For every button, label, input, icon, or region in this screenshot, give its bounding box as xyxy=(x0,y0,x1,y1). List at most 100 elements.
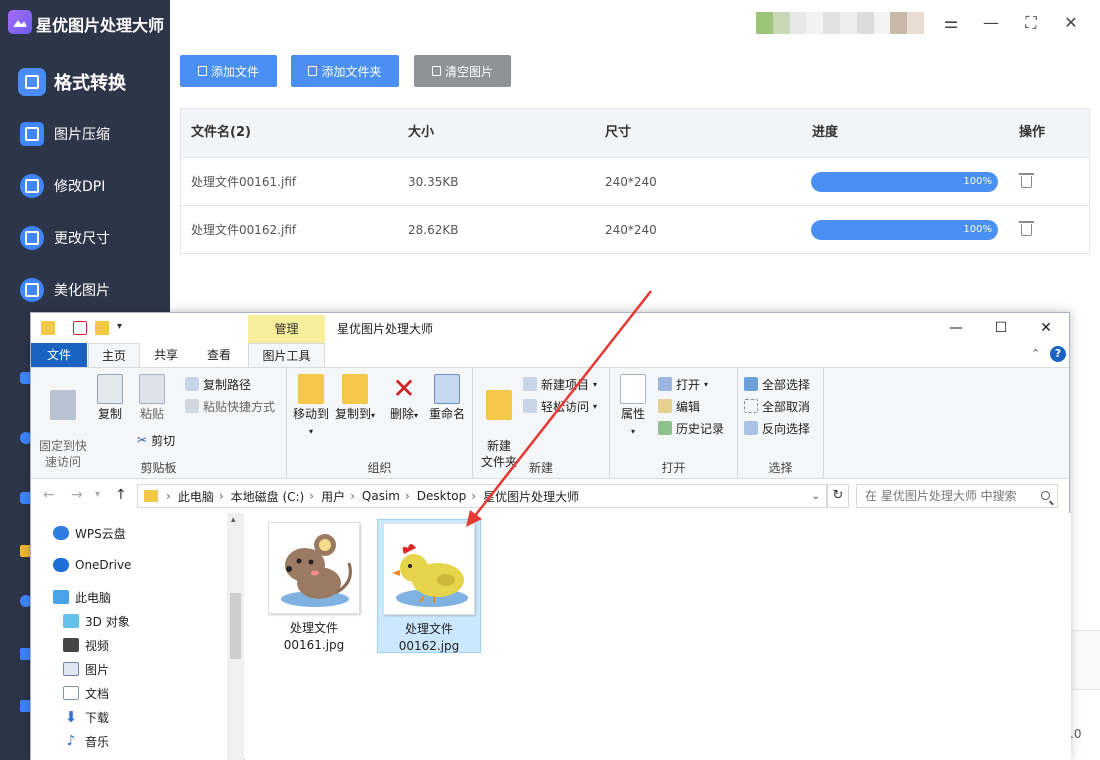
rename-icon xyxy=(434,374,460,404)
breadcrumb-item[interactable]: Desktop xyxy=(417,489,467,503)
delete-icon[interactable] xyxy=(1019,221,1034,236)
folder-icon xyxy=(41,321,55,335)
move-to-button[interactable]: 移动到▾ xyxy=(291,374,331,440)
copy-to-button[interactable]: 复制到▾ xyxy=(333,374,377,424)
tree-item-videos[interactable]: 视频 xyxy=(63,635,109,655)
tree-item-music[interactable]: ♪ 音乐 xyxy=(63,731,109,751)
new-folder-button[interactable]: 新建 文件夹 xyxy=(477,374,521,470)
properties-button[interactable]: 属性 ▾ xyxy=(616,374,650,440)
tab-picture-tools[interactable]: 图片工具 xyxy=(248,343,325,367)
file-table: 文件名(2) 大小 尺寸 进度 操作 处理文件00161.jfif 30.35K… xyxy=(180,108,1090,254)
sidebar-item-format-convert[interactable]: 格式转换 xyxy=(0,62,170,102)
sidebar-item-compress[interactable]: 图片压缩 xyxy=(0,114,170,154)
maximize-icon[interactable]: ⛶ xyxy=(1020,12,1042,34)
address-dropdown-icon[interactable]: ⌄ xyxy=(812,491,820,502)
refresh-icon[interactable]: ↻ xyxy=(827,484,849,508)
copy-label: 复制 xyxy=(97,407,122,421)
clipboard-group-label: 剪贴板 xyxy=(140,461,177,475)
minimize-icon[interactable]: — xyxy=(980,12,1002,34)
up-icon[interactable]: ↑ xyxy=(115,487,127,503)
select-none-button[interactable]: 全部取消 xyxy=(744,396,810,416)
rename-button[interactable]: 重命名 xyxy=(425,374,469,422)
progress-bar: 100% xyxy=(811,220,998,240)
properties-check-icon[interactable] xyxy=(73,321,87,335)
tree-item-this-pc[interactable]: 此电脑 xyxy=(53,587,111,607)
dpi-icon xyxy=(20,174,44,198)
clear-images-label: 清空图片 xyxy=(444,64,493,79)
add-folder-button[interactable]: 添加文件夹 xyxy=(291,55,399,87)
breadcrumb-sep: › xyxy=(404,489,410,503)
paste-shortcut-button[interactable]: 粘贴快捷方式 xyxy=(185,396,275,416)
open-button[interactable]: 打开 ▾ xyxy=(658,374,708,394)
breadcrumb-item[interactable]: Qasim xyxy=(362,489,400,503)
scrollbar-thumb[interactable] xyxy=(230,593,241,659)
history-button[interactable]: 历史记录 xyxy=(658,418,724,438)
edit-button[interactable]: 编辑 xyxy=(658,396,700,416)
explorer-maximize-icon[interactable]: ☐ xyxy=(986,317,1016,339)
tab-file[interactable]: 文件 xyxy=(31,343,87,367)
nav-scrollbar[interactable]: ▴ xyxy=(227,513,244,760)
help-icon[interactable]: ? xyxy=(1050,346,1066,362)
forward-icon[interactable]: → xyxy=(71,487,83,503)
music-icon: ♪ xyxy=(66,733,76,749)
document-icon xyxy=(63,686,79,700)
recent-dropdown-icon[interactable]: ▾ xyxy=(95,489,100,500)
tree-item-downloads[interactable]: ⬇ 下载 xyxy=(63,707,109,727)
easy-access-button[interactable]: 轻松访问 ▾ xyxy=(523,396,597,416)
breadcrumb-item[interactable]: 此电脑 xyxy=(178,488,214,505)
sidebar-item-label: 格式转换 xyxy=(54,73,126,94)
manage-tab[interactable]: 管理 xyxy=(248,315,325,343)
file-thumbnail-00161[interactable]: 处理文件 00161.jpg xyxy=(262,519,366,653)
delete-icon[interactable] xyxy=(1019,173,1034,188)
user-avatar-blurred[interactable] xyxy=(756,12,924,34)
tree-item-onedrive[interactable]: OneDrive xyxy=(53,555,131,575)
pin-quick-access-button[interactable]: 固定到快 速访问 xyxy=(37,374,89,470)
new-item-button[interactable]: 新建项目 ▾ xyxy=(523,374,597,394)
sidebar-item-resize[interactable]: 更改尺寸 xyxy=(0,218,170,258)
explorer-minimize-icon[interactable]: — xyxy=(941,317,971,339)
clipboard-group: 固定到快 速访问 复制 粘贴 复制路径 粘贴快捷方式 ✂ 剪切 剪贴板 xyxy=(31,368,287,480)
tree-item-pictures[interactable]: 图片 xyxy=(63,659,109,679)
collapse-ribbon-icon[interactable]: ⌃ xyxy=(1031,347,1040,360)
tree-label: 视频 xyxy=(85,638,110,653)
paste-button[interactable]: 粘贴 xyxy=(135,374,169,422)
tree-label: 文档 xyxy=(85,686,110,701)
invert-selection-label: 反向选择 xyxy=(762,421,811,436)
file-thumbnail-00162[interactable]: 处理文件 00162.jpg xyxy=(377,519,481,653)
tree-item-wps-cloud[interactable]: WPS云盘 xyxy=(53,523,126,543)
settings-icon[interactable]: ⚌ xyxy=(940,12,962,34)
copy-button[interactable]: 复制 xyxy=(93,374,127,422)
explorer-close-icon[interactable]: ✕ xyxy=(1031,317,1061,339)
copy-path-button[interactable]: 复制路径 xyxy=(185,374,251,394)
quick-access-dropdown-icon[interactable]: ▾ xyxy=(117,321,122,332)
tab-home[interactable]: 主页 xyxy=(88,343,140,367)
back-icon[interactable]: ← xyxy=(43,487,55,503)
properties-icon xyxy=(620,374,646,404)
close-icon[interactable]: ✕ xyxy=(1060,12,1082,34)
delete-button[interactable]: ✕ 删除▾ xyxy=(387,374,421,424)
sidebar-item-beautify[interactable]: 美化图片 xyxy=(0,270,170,310)
tab-share[interactable]: 共享 xyxy=(143,343,189,367)
cut-button[interactable]: ✂ 剪切 xyxy=(137,430,175,450)
breadcrumb-item[interactable]: 用户 xyxy=(321,488,345,505)
search-placeholder: 在 星优图片处理大师 中搜索 xyxy=(865,489,1017,503)
tree-item-3d-objects[interactable]: 3D 对象 xyxy=(63,611,130,631)
beautify-icon xyxy=(20,278,44,302)
address-bar[interactable]: › 此电脑 › 本地磁盘 (C:) › 用户 › Qasim › Desktop › 星优… xyxy=(137,484,827,508)
invert-selection-button[interactable]: 反向选择 xyxy=(744,418,810,438)
select-all-button[interactable]: 全部选择 xyxy=(744,374,810,394)
search-input[interactable]: 在 星优图片处理大师 中搜索 xyxy=(856,484,1058,508)
scroll-up-icon[interactable]: ▴ xyxy=(231,515,236,525)
breadcrumb-item[interactable]: 本地磁盘 (C:) xyxy=(231,488,305,505)
new-folder-icon[interactable] xyxy=(95,321,109,335)
app-logo-icon xyxy=(8,10,32,34)
clear-images-button[interactable]: 清空图片 xyxy=(414,55,511,87)
tab-view[interactable]: 查看 xyxy=(194,343,244,367)
paste-shortcut-label: 粘贴快捷方式 xyxy=(203,399,276,414)
tree-item-documents[interactable]: 文档 xyxy=(63,683,109,703)
add-file-button[interactable]: 添加文件 xyxy=(180,55,277,87)
ribbon-home: 固定到快 速访问 复制 粘贴 复制路径 粘贴快捷方式 ✂ 剪切 剪贴板 移动到▾… xyxy=(31,367,1069,480)
paste-icon xyxy=(139,374,165,404)
sidebar-item-dpi[interactable]: 修改DPI xyxy=(0,166,170,206)
breadcrumb-item[interactable]: 星优图片处理大师 xyxy=(483,488,579,505)
